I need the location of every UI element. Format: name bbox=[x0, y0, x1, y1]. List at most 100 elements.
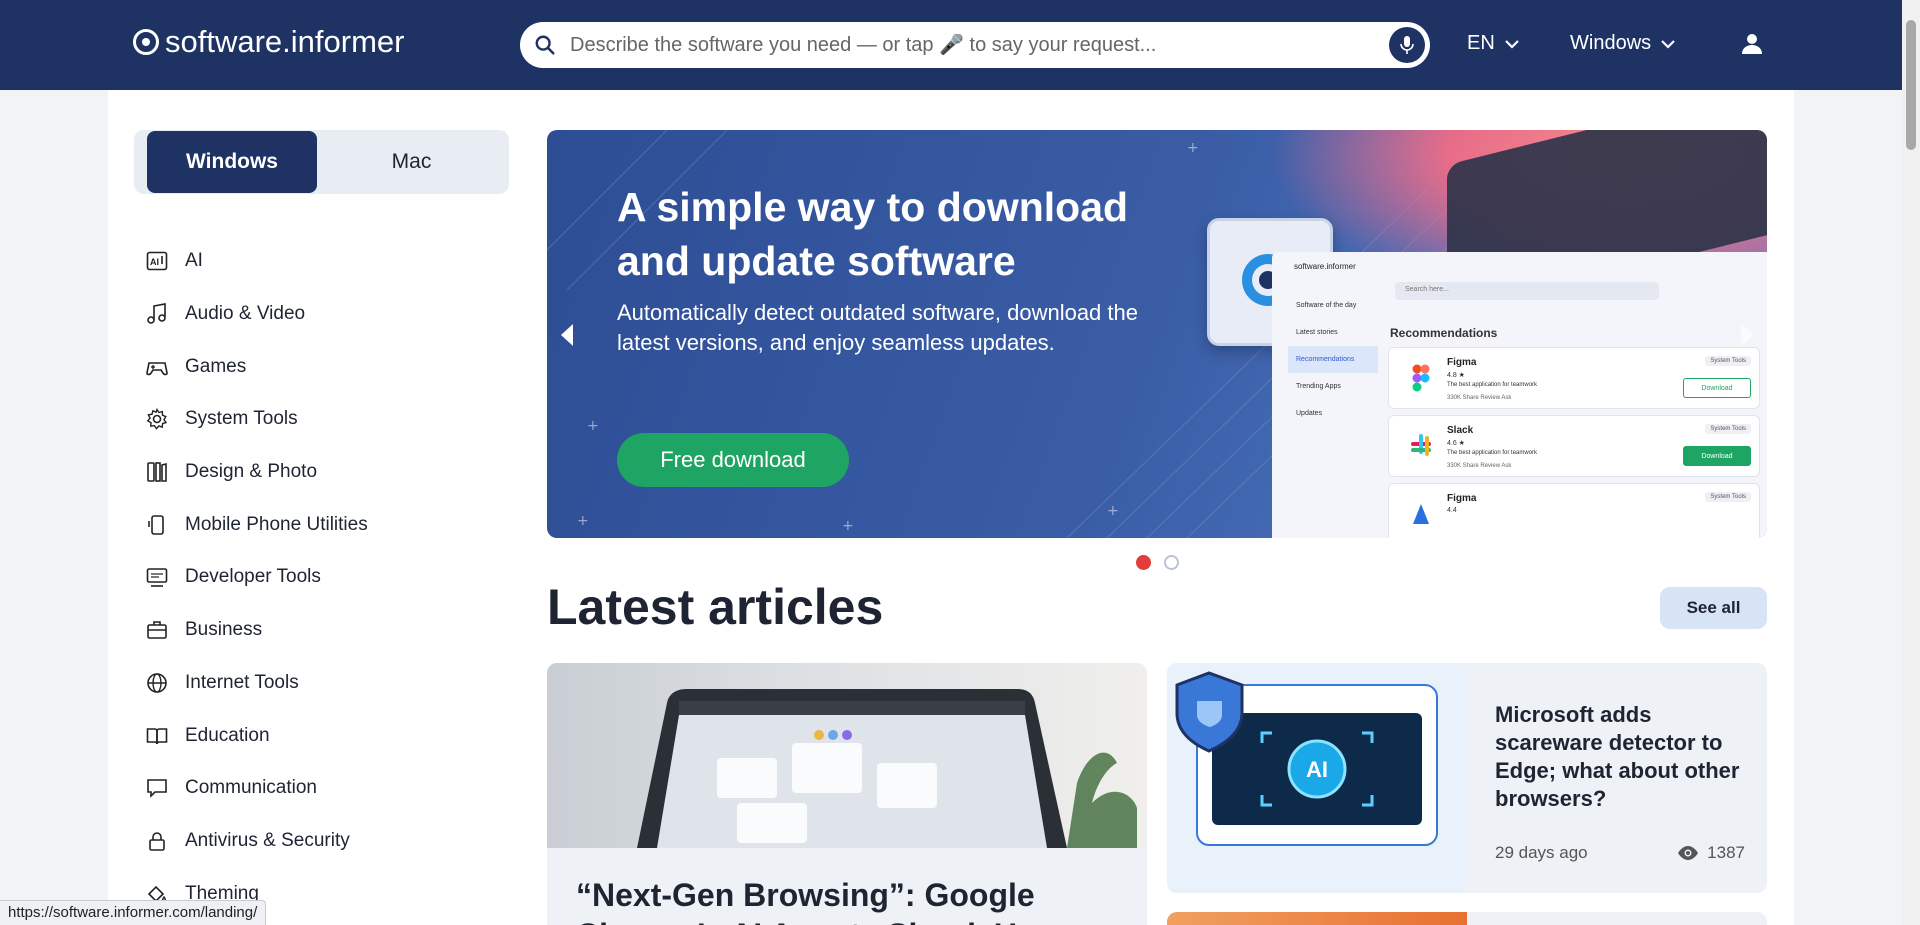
hero-subtitle: Automatically detect outdated software, … bbox=[617, 300, 1138, 355]
article-view-count: 1387 bbox=[1707, 843, 1745, 862]
svg-text:+: + bbox=[577, 513, 589, 529]
category-item-games[interactable]: Games bbox=[145, 340, 368, 393]
mockup-nav-item: Updates bbox=[1296, 410, 1323, 417]
article-card-partial[interactable] bbox=[1167, 912, 1767, 925]
category-item-internet-tools[interactable]: Internet Tools bbox=[145, 657, 368, 710]
mockup-section-title: Recommendations bbox=[1390, 326, 1498, 340]
svg-text:AI: AI bbox=[150, 257, 159, 267]
article-meta: 29 days ago 1387 bbox=[1495, 843, 1745, 863]
category-item-design-photo[interactable]: Design & Photo bbox=[145, 446, 368, 499]
category-list: AI AI Audio & Video Games System Tools D… bbox=[145, 235, 368, 920]
mockup-app-rating: 4.8 ★ bbox=[1447, 372, 1465, 379]
mockup-app-meta: 330K Share Review Ask bbox=[1447, 463, 1512, 469]
category-item-mobile-phone-utilities[interactable]: Mobile Phone Utilities bbox=[145, 498, 368, 551]
ai-chip-label: AI bbox=[1306, 757, 1328, 782]
mockup-download-button: Download bbox=[1683, 446, 1751, 466]
mockup-app-name: Figma bbox=[1447, 493, 1477, 504]
mockup-app-tag: System Tools bbox=[1705, 424, 1751, 434]
mockup-app-meta: 330K Share Review Ask bbox=[1447, 395, 1512, 401]
featured-article-card[interactable]: “Next-Gen Browsing”: Google Chrome’s AI … bbox=[547, 663, 1147, 925]
category-label: Games bbox=[185, 355, 247, 377]
logo-text: software.informer bbox=[165, 24, 405, 59]
category-item-antivirus-security[interactable]: Antivirus & Security bbox=[145, 815, 368, 868]
mockup-app-rating: 4.4 bbox=[1447, 507, 1457, 514]
language-label: EN bbox=[1467, 32, 1495, 54]
svg-text:+: + bbox=[1187, 140, 1199, 156]
user-account-icon[interactable] bbox=[1740, 32, 1764, 60]
microphone-icon[interactable] bbox=[1389, 27, 1425, 63]
mockup-app-desc: The best application for teamwork bbox=[1447, 382, 1538, 388]
mockup-sidebar: Software of the day Latest stories Recom… bbox=[1288, 292, 1378, 427]
briefcase-icon bbox=[145, 618, 169, 642]
category-item-developer-tools[interactable]: Developer Tools bbox=[145, 551, 368, 604]
book-icon bbox=[145, 724, 169, 748]
eye-icon bbox=[1678, 846, 1699, 860]
article-card[interactable]: AI Microsoft adds scareware detector to … bbox=[1167, 663, 1767, 893]
mockup-app-card: Figma 4.8 ★ The best application for tea… bbox=[1388, 347, 1760, 409]
hero-title: A simple way to download and update soft… bbox=[617, 184, 1129, 284]
monitor-code-icon bbox=[145, 565, 169, 589]
page-scrollbar[interactable] bbox=[1902, 0, 1920, 925]
carousel-pagination bbox=[1136, 555, 1179, 570]
search-icon bbox=[520, 34, 570, 56]
mockup-app-desc: The best application for teamwork bbox=[1447, 450, 1538, 456]
category-label: Communication bbox=[185, 777, 317, 799]
gear-icon bbox=[145, 407, 169, 431]
carousel-dot-2[interactable] bbox=[1164, 555, 1179, 570]
app-logo-partial-icon bbox=[1413, 504, 1429, 524]
category-label: Business bbox=[185, 619, 263, 641]
category-label: Internet Tools bbox=[185, 671, 299, 693]
mockup-app-card: Slack 4.6 ★ The best application for tea… bbox=[1388, 415, 1760, 477]
free-download-button[interactable]: Free download bbox=[617, 433, 849, 487]
search-input[interactable] bbox=[570, 33, 1389, 57]
mockup-app-name: Figma bbox=[1447, 357, 1477, 368]
category-item-system-tools[interactable]: System Tools bbox=[145, 393, 368, 446]
mockup-nav-item: Software of the day bbox=[1296, 302, 1357, 309]
category-item-communication[interactable]: Communication bbox=[145, 762, 368, 815]
ai-icon: AI bbox=[145, 249, 169, 273]
category-label: Mobile Phone Utilities bbox=[185, 513, 368, 535]
featured-article-title: “Next-Gen Browsing”: Google Chrome’s AI … bbox=[576, 877, 1036, 925]
category-item-business[interactable]: Business bbox=[145, 604, 368, 657]
category-item-education[interactable]: Education bbox=[145, 709, 368, 762]
mockup-brand: software.informer bbox=[1294, 262, 1356, 271]
carousel-next-arrow-icon[interactable] bbox=[1732, 315, 1762, 355]
hero-banner: +++ +++ A simple way to download and upd… bbox=[547, 130, 1767, 538]
category-label: Developer Tools bbox=[185, 566, 321, 588]
category-item-ai[interactable]: AI AI bbox=[145, 235, 368, 288]
mockup-app-rating: 4.6 ★ bbox=[1447, 440, 1465, 447]
category-label: Education bbox=[185, 724, 270, 746]
site-logo[interactable]: software.informer bbox=[133, 24, 404, 60]
svg-text:+: + bbox=[1107, 503, 1119, 519]
svg-text:+: + bbox=[587, 418, 599, 434]
mac-toggle-button[interactable]: Mac bbox=[324, 130, 499, 194]
palette-icon bbox=[145, 460, 169, 484]
app-mockup: software.informer Search here... Softwar… bbox=[1272, 252, 1767, 538]
chevron-down-icon bbox=[1661, 39, 1675, 49]
slack-logo-icon bbox=[1411, 434, 1431, 456]
gamepad-icon bbox=[145, 355, 169, 379]
category-item-audio-video[interactable]: Audio & Video bbox=[145, 288, 368, 341]
windows-toggle-button[interactable]: Windows bbox=[147, 131, 317, 193]
mockup-download-button: Download bbox=[1683, 378, 1751, 398]
featured-article-image bbox=[547, 663, 1147, 848]
lock-icon bbox=[145, 829, 169, 853]
carousel-dot-1[interactable] bbox=[1136, 555, 1151, 570]
os-switch: Windows Mac bbox=[134, 130, 509, 194]
platform-dropdown[interactable]: Windows bbox=[1570, 32, 1675, 55]
language-dropdown[interactable]: EN bbox=[1467, 32, 1519, 55]
mockup-nav-item: Recommendations bbox=[1288, 346, 1378, 373]
mockup-app-card: Figma 4.4 System Tools bbox=[1388, 483, 1760, 538]
phone-icon bbox=[145, 513, 169, 537]
carousel-prev-arrow-icon[interactable] bbox=[552, 315, 582, 355]
article-image bbox=[1167, 912, 1467, 925]
article-date: 29 days ago bbox=[1495, 843, 1588, 862]
chevron-down-icon bbox=[1505, 39, 1519, 49]
scrollbar-thumb[interactable] bbox=[1906, 20, 1916, 150]
category-label: System Tools bbox=[185, 408, 298, 430]
mockup-nav-item: Latest stories bbox=[1296, 329, 1338, 336]
section-title-latest-articles: Latest articles bbox=[547, 579, 884, 635]
see-all-button[interactable]: See all bbox=[1660, 587, 1767, 629]
browser-status-url: https://software.informer.com/landing/ bbox=[0, 900, 267, 925]
mockup-nav-item: Trending Apps bbox=[1296, 383, 1341, 390]
